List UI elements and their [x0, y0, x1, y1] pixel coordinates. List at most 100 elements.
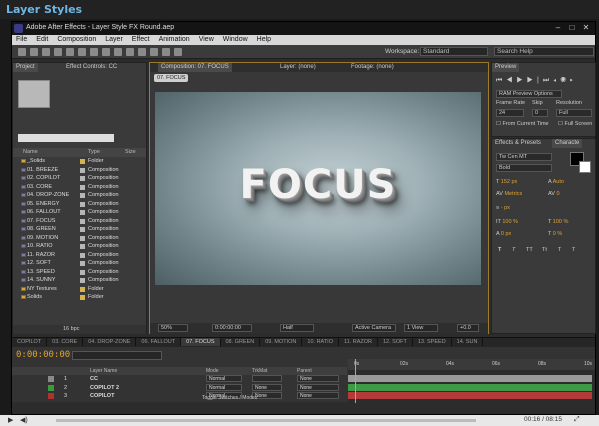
timeline-tab[interactable]: 04. DROP-ZONE	[83, 338, 137, 346]
layer-row[interactable]: 3 COPILOT Normal None None	[12, 392, 347, 400]
column-name[interactable]: Name	[23, 149, 38, 155]
zoom-tool-icon[interactable]	[42, 48, 50, 56]
timeline-tracks[interactable]: 0s 02s 04s 06s 08s 10s	[348, 359, 595, 403]
project-item[interactable]: 10. RATIO Composition	[13, 242, 146, 251]
layer-parent-select[interactable]: None	[297, 383, 339, 391]
project-item[interactable]: 12. SOFT Composition	[13, 259, 146, 268]
close-button[interactable]: ✕	[579, 23, 593, 32]
search-help-input[interactable]: Search Help	[494, 47, 594, 56]
tsume-field[interactable]: T 0 %	[548, 231, 562, 237]
timeline-tab[interactable]: 10. RATIO	[302, 338, 339, 346]
project-item[interactable]: 05. ENERGY Composition	[13, 200, 146, 209]
skip-select[interactable]: 0	[532, 109, 548, 117]
project-item[interactable]: 06. FALLOUT Composition	[13, 208, 146, 217]
font-style-select[interactable]: Bold	[496, 164, 552, 172]
layer-trkmat-select[interactable]: None	[252, 383, 282, 391]
rotate-tool-icon[interactable]	[54, 48, 62, 56]
column-size[interactable]: Size	[125, 149, 136, 155]
puppet-tool-icon[interactable]	[174, 48, 182, 56]
playback-controls[interactable]: ⏮◀▶▶|⏭◂◉▸	[496, 77, 577, 85]
project-item[interactable]: 11. RAZOR Composition	[13, 251, 146, 260]
fullscreen-icon[interactable]: ⤢	[574, 416, 580, 424]
time-ruler[interactable]: 0s 02s 04s 06s 08s 10s	[348, 359, 595, 370]
timeline-tab[interactable]: 08. GREEN	[221, 338, 261, 346]
resolution-select[interactable]: Full	[556, 109, 592, 117]
exposure-field[interactable]: +0.0	[457, 324, 479, 332]
kerning-field[interactable]: AV Metrics	[496, 191, 522, 197]
layer-duration-bar[interactable]	[348, 383, 592, 391]
glyph-button-superscript[interactable]: T	[558, 247, 561, 253]
timeline-current-time[interactable]: 0:00:00:00	[16, 350, 70, 360]
tab-effects-presets[interactable]: Effects & Presets	[492, 139, 544, 148]
layer-parent-select[interactable]: None	[297, 392, 339, 399]
glyph-button-all-caps[interactable]: TT	[526, 247, 533, 253]
glyph-button-bold[interactable]: T	[498, 247, 501, 253]
stroke-color-swatch[interactable]	[579, 161, 591, 173]
menu-effect[interactable]: Effect	[132, 36, 150, 43]
menu-layer[interactable]: Layer	[105, 36, 123, 43]
timeline-tab[interactable]: 09. MOTION	[260, 338, 303, 346]
volume-icon[interactable]: ◀)	[20, 416, 28, 424]
timeline-tab[interactable]: 11. RAZOR	[339, 338, 378, 346]
selection-tool-icon[interactable]	[18, 48, 26, 56]
tracking-field[interactable]: AV 0	[548, 191, 560, 197]
column-trkmat[interactable]: TrkMat	[252, 368, 267, 374]
menu-view[interactable]: View	[199, 36, 214, 43]
vertical-scale-field[interactable]: IT 100 %	[496, 219, 518, 225]
glyph-button-italic[interactable]: T	[512, 247, 515, 253]
tab-layer[interactable]: Layer: (none)	[277, 63, 319, 72]
resolution-select[interactable]: Half	[280, 324, 314, 332]
leading-field[interactable]: A Auto	[548, 179, 564, 185]
layer-label-color[interactable]	[48, 384, 54, 391]
layer-label-color[interactable]	[48, 393, 54, 399]
tab-effect-controls[interactable]: Effect Controls: CC	[63, 63, 120, 72]
timeline-tab[interactable]: 13. SPEED	[413, 338, 452, 346]
font-family-select[interactable]: Tw Cen MT	[496, 153, 552, 161]
tab-project[interactable]: Project	[13, 63, 38, 72]
layer-mode-select[interactable]: Normal	[206, 375, 242, 382]
column-layer-name[interactable]: Layer Name	[90, 368, 117, 374]
project-item[interactable]: 09. MOTION Composition	[13, 234, 146, 243]
project-item[interactable]: Solids Folder	[13, 293, 146, 302]
layer-mode-select[interactable]: Normal	[206, 383, 242, 391]
camera-select[interactable]: Active Camera	[352, 324, 396, 332]
zoom-select[interactable]: 50%	[158, 324, 188, 332]
menu-edit[interactable]: Edit	[36, 36, 48, 43]
pan-behind-tool-icon[interactable]	[78, 48, 86, 56]
full-screen-checkbox[interactable]: ☐ Full Screen	[558, 121, 592, 127]
layer-parent-select[interactable]: None	[297, 375, 339, 382]
views-select[interactable]: 1 View	[404, 324, 438, 332]
glyph-button-small-caps[interactable]: Tt	[542, 247, 547, 253]
project-item[interactable]: 03. CORE Composition	[13, 183, 146, 192]
layer-row[interactable]: 2 COPILOT 2 Normal None None	[12, 383, 347, 392]
menu-window[interactable]: Window	[223, 36, 248, 43]
menu-file[interactable]: File	[16, 36, 27, 43]
project-search-input[interactable]	[18, 134, 114, 142]
stroke-width-field[interactable]: ≡ - px	[496, 205, 510, 211]
type-tool-icon[interactable]	[114, 48, 122, 56]
timeline-tab[interactable]: 14. SUN	[452, 338, 484, 346]
bpc-indicator[interactable]: 16 bpc	[63, 326, 80, 332]
timeline-search-input[interactable]	[72, 351, 162, 360]
layer-duration-bar[interactable]	[348, 392, 592, 399]
glyph-button-subscript[interactable]: T	[572, 247, 575, 253]
maximize-button[interactable]: □	[565, 23, 579, 32]
project-item[interactable]: 14. SUNNY Composition	[13, 276, 146, 285]
comp-breadcrumb[interactable]: 07. FOCUS	[154, 74, 189, 82]
menu-composition[interactable]: Composition	[57, 36, 96, 43]
brush-tool-icon[interactable]	[126, 48, 134, 56]
baseline-shift-field[interactable]: A 0 px	[496, 231, 511, 237]
menu-animation[interactable]: Animation	[159, 36, 190, 43]
timeline-tab[interactable]: 03. CORE	[47, 338, 84, 346]
mask-tool-icon[interactable]	[90, 48, 98, 56]
tab-composition[interactable]: Composition: 07. FOCUS	[158, 63, 232, 72]
timeline-tab[interactable]: 07. FOCUS	[181, 338, 221, 346]
tab-footage[interactable]: Footage: (none)	[348, 63, 397, 72]
frame-rate-select[interactable]: 24	[496, 109, 524, 117]
font-size-field[interactable]: T 152 px	[496, 179, 517, 185]
composition-viewer[interactable]: FOCUS	[155, 92, 481, 285]
layer-name[interactable]: COPILOT	[90, 393, 114, 399]
from-current-time-checkbox[interactable]: ☐ From Current Time	[496, 121, 549, 127]
camera-tool-icon[interactable]	[66, 48, 74, 56]
minimize-button[interactable]: –	[551, 23, 565, 32]
